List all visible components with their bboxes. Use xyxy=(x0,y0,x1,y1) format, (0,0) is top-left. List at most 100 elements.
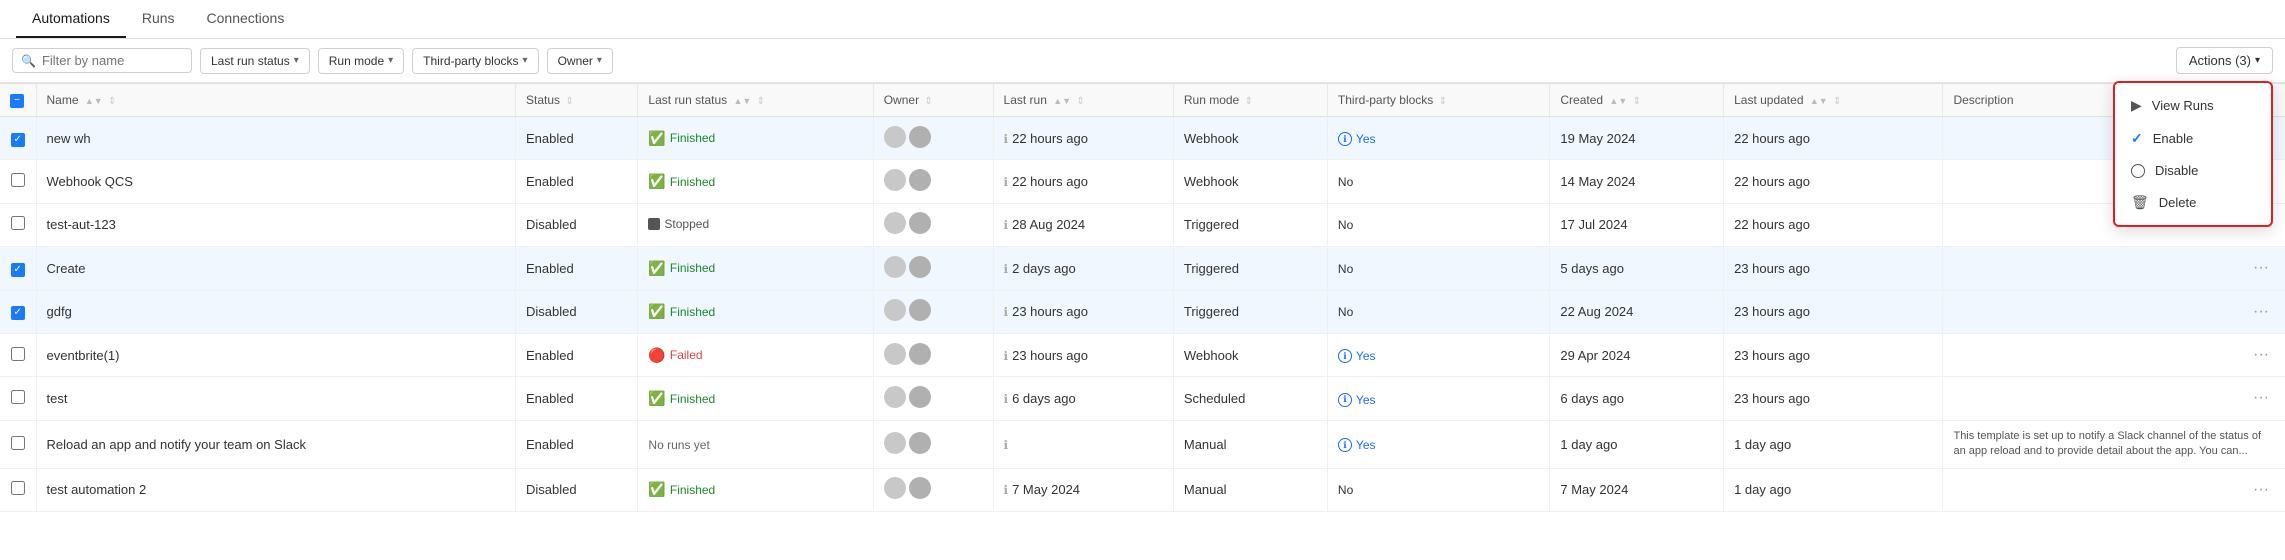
sort-icon: ▲▼ xyxy=(733,96,751,106)
checkbox-cell[interactable] xyxy=(0,377,36,420)
cell-name: test-aut-123 xyxy=(36,203,516,246)
dropdown-item-disable[interactable]: Disable xyxy=(2115,155,2271,186)
cell-run-mode: Manual xyxy=(1173,420,1327,468)
resize-handle[interactable]: ⇕ xyxy=(757,96,765,107)
more-button[interactable]: ··· xyxy=(2247,477,2275,503)
cell-owner xyxy=(873,117,993,160)
actions-label: Actions (3) xyxy=(2189,53,2251,68)
resize-handle[interactable]: ⇕ xyxy=(565,96,573,107)
cell-created: 1 day ago xyxy=(1550,420,1724,468)
more-button[interactable]: ··· xyxy=(2247,385,2275,411)
cell-last-run-status: ✅ Finished xyxy=(638,160,873,203)
checkbox-cell[interactable] xyxy=(0,420,36,468)
resize-handle[interactable]: ⇕ xyxy=(108,96,116,107)
tab-automations[interactable]: Automations xyxy=(16,0,126,38)
checkbox-cell[interactable] xyxy=(0,468,36,511)
dropdown-item-delete[interactable]: 🗑 Delete xyxy=(2115,186,2271,219)
col-last-run-status[interactable]: Last run status ▲▼ ⇕ xyxy=(638,84,873,117)
cell-last-updated: 23 hours ago xyxy=(1724,377,1943,420)
checkbox-cell[interactable]: ✓ xyxy=(0,247,36,290)
cell-run-mode: Webhook xyxy=(1173,117,1327,160)
actions-button[interactable]: Actions (3) ▾ xyxy=(2176,47,2273,74)
cell-last-run-status: Stopped xyxy=(638,203,873,246)
tab-runs[interactable]: Runs xyxy=(126,0,191,38)
search-input[interactable] xyxy=(42,53,172,68)
cell-status: Enabled xyxy=(516,377,638,420)
col-checkbox[interactable]: − xyxy=(0,84,36,117)
resize-handle[interactable]: ⇕ xyxy=(1439,96,1447,107)
checkbox-cell[interactable] xyxy=(0,160,36,203)
sort-icon: ▲▼ xyxy=(1053,96,1071,106)
col-third-party[interactable]: Third-party blocks ⇕ xyxy=(1327,84,1549,117)
col-created[interactable]: Created ▲▼ ⇕ xyxy=(1550,84,1724,117)
resize-handle[interactable]: ⇕ xyxy=(1833,96,1841,107)
resize-handle[interactable]: ⇕ xyxy=(1076,96,1084,107)
cell-status: Disabled xyxy=(516,290,638,333)
cell-run-mode: Manual xyxy=(1173,468,1327,511)
check-icon: ✓ xyxy=(2131,130,2143,147)
col-run-mode[interactable]: Run mode ⇕ xyxy=(1173,84,1327,117)
dropdown-item-enable[interactable]: ✓ Enable xyxy=(2115,122,2271,155)
cell-last-run: ℹ6 days ago xyxy=(993,377,1173,420)
more-button[interactable]: ··· xyxy=(2247,299,2275,325)
search-icon: 🔍 xyxy=(21,54,36,68)
cell-status: Enabled xyxy=(516,247,638,290)
cell-owner xyxy=(873,420,993,468)
cell-last-run-status: ✅ Finished xyxy=(638,290,873,333)
disable-icon xyxy=(2131,164,2145,178)
table-row: eventbrite(1)Enabled🔴 Failedℹ23 hours ag… xyxy=(0,333,2285,376)
search-box[interactable]: 🔍 xyxy=(12,48,192,73)
checkbox-cell[interactable] xyxy=(0,203,36,246)
cell-run-mode: Webhook xyxy=(1173,160,1327,203)
filter-last-run-status[interactable]: Last run status ▾ xyxy=(200,48,310,74)
resize-handle[interactable]: ⇕ xyxy=(1245,96,1253,107)
more-button[interactable]: ··· xyxy=(2247,255,2275,281)
dropdown-item-label: View Runs xyxy=(2152,98,2214,113)
cell-description: ··· xyxy=(1943,247,2285,290)
cell-owner xyxy=(873,290,993,333)
cell-created: 22 Aug 2024 xyxy=(1550,290,1724,333)
cell-last-updated: 23 hours ago xyxy=(1724,247,1943,290)
cell-last-run: ℹ22 hours ago xyxy=(993,117,1173,160)
cell-created: 7 May 2024 xyxy=(1550,468,1724,511)
table-row: ✓gdfgDisabled✅ Finishedℹ23 hours agoTrig… xyxy=(0,290,2285,333)
checkbox-cell[interactable]: ✓ xyxy=(0,117,36,160)
col-name[interactable]: Name ▲▼ ⇕ xyxy=(36,84,516,117)
filter-third-party[interactable]: Third-party blocks ▾ xyxy=(412,48,538,74)
table-row: ✓CreateEnabled✅ Finishedℹ2 days agoTrigg… xyxy=(0,247,2285,290)
filter-run-mode[interactable]: Run mode ▾ xyxy=(318,48,404,74)
resize-handle[interactable]: ⇕ xyxy=(924,96,932,107)
cell-last-run-status: ✅ Finished xyxy=(638,468,873,511)
checkbox-cell[interactable] xyxy=(0,333,36,376)
col-last-updated[interactable]: Last updated ▲▼ ⇕ xyxy=(1724,84,1943,117)
cell-last-run: ℹ23 hours ago xyxy=(993,290,1173,333)
cell-third-party: No xyxy=(1327,468,1549,511)
resize-handle[interactable]: ⇕ xyxy=(1633,96,1641,107)
chevron-down-icon: ▾ xyxy=(388,55,393,66)
top-nav: Automations Runs Connections xyxy=(0,0,2285,39)
col-last-run[interactable]: Last run ▲▼ ⇕ xyxy=(993,84,1173,117)
table-row: test-aut-123Disabled Stoppedℹ28 Aug 2024… xyxy=(0,203,2285,246)
dropdown-item-view-runs[interactable]: ▶ View Runs xyxy=(2115,89,2271,122)
chevron-down-icon: ▾ xyxy=(294,55,299,66)
dropdown-item-label: Delete xyxy=(2159,195,2197,210)
cell-last-updated: 22 hours ago xyxy=(1724,203,1943,246)
cell-name: Reload an app and notify your team on Sl… xyxy=(36,420,516,468)
col-status[interactable]: Status ⇕ xyxy=(516,84,638,117)
table-row: Reload an app and notify your team on Sl… xyxy=(0,420,2285,468)
tab-connections[interactable]: Connections xyxy=(191,0,301,38)
filter-label: Run mode xyxy=(329,54,384,68)
cell-last-run: ℹ7 May 2024 xyxy=(993,468,1173,511)
cell-run-mode: Scheduled xyxy=(1173,377,1327,420)
checkbox-cell[interactable]: ✓ xyxy=(0,290,36,333)
cell-created: 5 days ago xyxy=(1550,247,1724,290)
more-button[interactable]: ··· xyxy=(2247,342,2275,368)
cell-third-party: No xyxy=(1327,203,1549,246)
col-owner[interactable]: Owner ⇕ xyxy=(873,84,993,117)
table-container: − Name ▲▼ ⇕ Status ⇕ Last run status ▲▼ … xyxy=(0,83,2285,512)
cell-owner xyxy=(873,203,993,246)
filter-owner[interactable]: Owner ▾ xyxy=(547,48,613,74)
cell-description: ··· xyxy=(1943,290,2285,333)
delete-icon: 🗑 xyxy=(2131,194,2149,211)
cell-last-run-status: No runs yet xyxy=(638,420,873,468)
